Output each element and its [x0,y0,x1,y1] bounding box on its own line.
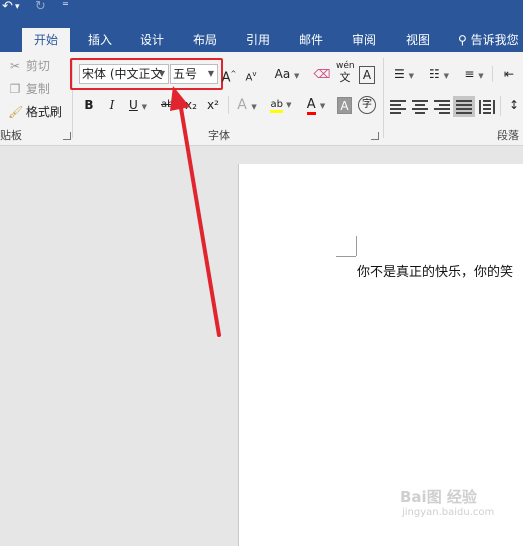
annotation-arrow [170,86,221,337]
baidu-watermark-url: jingyan.baidu.com [402,507,495,518]
arrow-head [170,86,190,111]
arrow-shaft [178,100,221,337]
baidu-watermark: Bai图 经验 [400,488,477,506]
